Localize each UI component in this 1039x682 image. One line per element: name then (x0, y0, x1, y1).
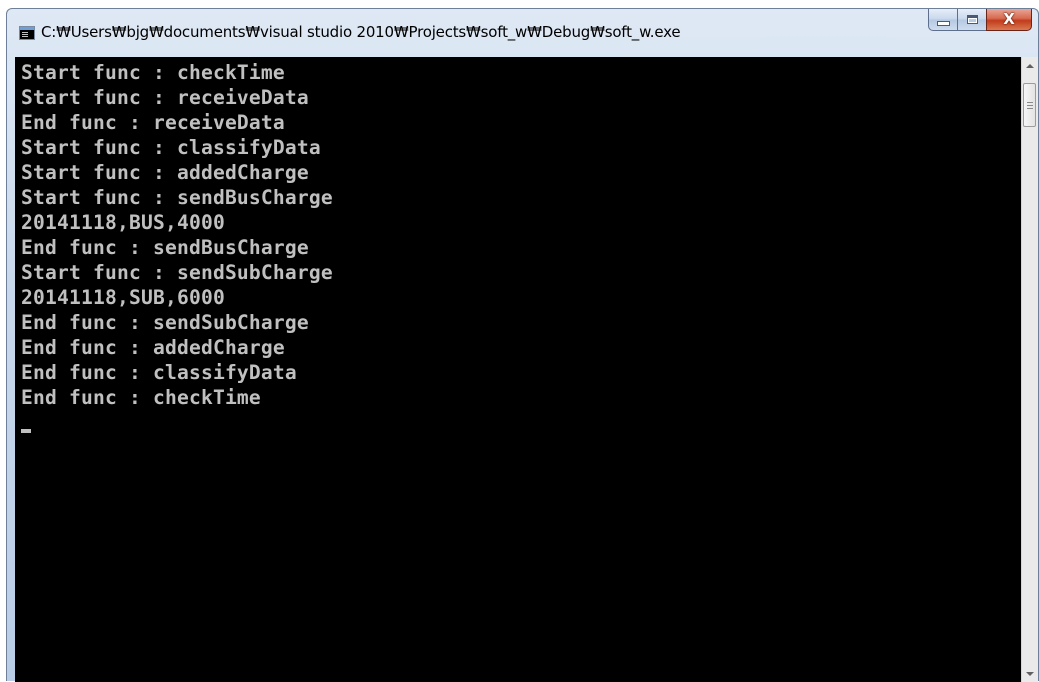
console-output-area[interactable]: Start func : checkTime Start func : rece… (15, 57, 1023, 682)
vertical-scrollbar[interactable] (1021, 57, 1038, 682)
scroll-up-arrow-icon (1026, 63, 1034, 68)
window-title: C:₩Users₩bjg₩documents₩visual studio 201… (41, 23, 681, 41)
console-line: End func : classifyData (21, 361, 297, 384)
title-bar[interactable]: C:₩Users₩bjg₩documents₩visual studio 201… (7, 9, 1038, 57)
console-line: 20141118,BUS,4000 (21, 211, 225, 234)
maximize-button[interactable] (957, 9, 986, 31)
scroll-up-button[interactable] (1022, 57, 1038, 74)
grip-icon (1026, 104, 1033, 106)
minimize-icon (936, 20, 950, 26)
console-line: End func : receiveData (21, 111, 285, 134)
text-cursor (21, 429, 31, 433)
console-app-icon[interactable] (19, 26, 35, 40)
console-line: End func : addedCharge (21, 336, 285, 359)
console-line: Start func : classifyData (21, 136, 321, 159)
scroll-down-arrow-icon (1026, 671, 1034, 676)
caption-buttons: X (928, 9, 1032, 35)
console-line: Start func : receiveData (21, 86, 309, 109)
close-icon: X (1003, 10, 1015, 28)
scroll-thumb[interactable] (1023, 83, 1036, 127)
console-line: 20141118,SUB,6000 (21, 286, 225, 309)
console-output: Start func : checkTime Start func : rece… (21, 60, 333, 410)
scroll-down-button[interactable] (1022, 665, 1038, 682)
maximize-icon (966, 15, 978, 24)
close-button[interactable]: X (986, 9, 1032, 31)
console-line: Start func : addedCharge (21, 161, 309, 184)
console-line: End func : sendSubCharge (21, 311, 309, 334)
console-line: End func : sendBusCharge (21, 236, 309, 259)
minimize-button[interactable] (928, 9, 957, 31)
console-line: End func : checkTime (21, 386, 261, 409)
console-line: Start func : sendSubCharge (21, 261, 333, 284)
console-line: Start func : checkTime (21, 61, 285, 84)
console-line: Start func : sendBusCharge (21, 186, 333, 209)
console-window: C:₩Users₩bjg₩documents₩visual studio 201… (6, 8, 1039, 682)
